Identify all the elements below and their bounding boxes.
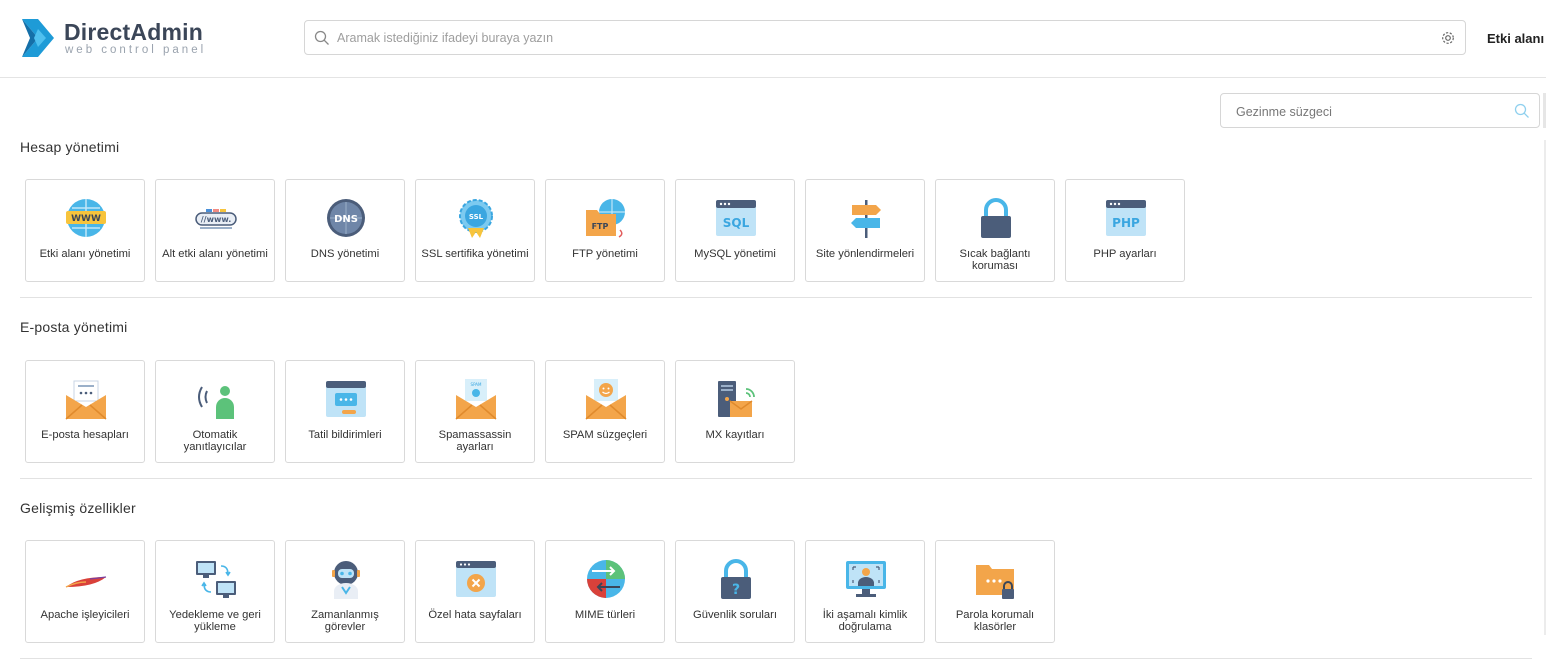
directadmin-logo-icon — [22, 19, 54, 57]
mx-server-icon — [718, 381, 755, 417]
tile-label: Sıcak bağlantı koruması — [959, 248, 1031, 272]
tile-mysql-management[interactable]: SQL MySQL yönetimi — [675, 179, 795, 282]
tile-custom-error-pages[interactable]: Özel hata sayfaları — [415, 540, 535, 643]
mysql-window-icon: SQL — [716, 200, 756, 236]
tile-apache-handlers[interactable]: Apache işleyicileri — [25, 540, 145, 643]
tile-label: SPAM süzgeçleri — [562, 429, 648, 441]
section-title-advanced: Gelişmiş özellikler — [20, 500, 136, 516]
autoresponder-person-icon — [198, 386, 234, 419]
tile-dns-management[interactable]: DNS DNS yönetimi — [285, 179, 405, 282]
mime-globe-icon — [587, 560, 625, 598]
tile-ssl-management[interactable]: SSL SSL sertifika yönetimi — [415, 179, 535, 282]
navigation-filter-input[interactable]: Gezinme süzgeci — [1220, 93, 1540, 128]
filter-placeholder: Gezinme süzgeci — [1236, 105, 1332, 119]
svg-text://www.: //www. — [201, 215, 232, 224]
section-divider — [20, 658, 1532, 659]
tile-cron-jobs[interactable]: Zamanlanmış görevler — [285, 540, 405, 643]
directadmin-logo[interactable]: DirectAdmin web control panel — [18, 15, 218, 61]
section-title-email: E-posta yönetimi — [20, 319, 128, 335]
envelope-icon — [65, 380, 107, 420]
tile-mx-records[interactable]: MX kayıtları — [675, 360, 795, 463]
tile-spamassassin-settings[interactable]: SPAM Spamassassin ayarları — [415, 360, 535, 463]
tile-label: Etki alanı yönetimi — [39, 248, 131, 260]
tile-subdomain-management[interactable]: //www. Alt etki alanı yönetimi — [155, 179, 275, 282]
security-question-lock-icon: ? — [721, 559, 751, 599]
spam-filter-envelope-icon — [585, 379, 627, 420]
tile-label: Site yönlendirmeleri — [815, 248, 915, 260]
tile-label: Otomatik yanıtlayıcılar — [183, 429, 247, 453]
svg-text:SSL: SSL — [469, 213, 484, 221]
tile-label: Alt etki alanı yönetimi — [162, 248, 268, 260]
tile-autoresponders[interactable]: Otomatik yanıtlayıcılar — [155, 360, 275, 463]
tile-label: Parola korumalı klasörler — [955, 609, 1035, 633]
top-header: DirectAdmin web control panel Aramak ist… — [0, 0, 1546, 78]
tile-label: SSL sertifika yönetimi — [421, 248, 529, 260]
svg-text:WWW: WWW — [71, 214, 101, 224]
backup-computers-icon — [196, 561, 236, 598]
tile-domain-management[interactable]: WWW Etki alanı yönetimi — [25, 179, 145, 282]
tile-password-protected-directories[interactable]: Parola korumalı klasörler — [935, 540, 1055, 643]
tile-label: Spamassassin ayarları — [438, 429, 512, 453]
tile-label: Zamanlanmış görevler — [311, 609, 379, 633]
global-search-input[interactable]: Aramak istediğiniz ifadeyi buraya yazın — [304, 20, 1466, 55]
cron-robot-icon — [332, 561, 360, 599]
tile-vacation-messages[interactable]: Tatil bildirimleri — [285, 360, 405, 463]
tile-label: MX kayıtları — [705, 429, 765, 441]
svg-text:DNS: DNS — [334, 214, 358, 225]
tile-email-accounts[interactable]: E-posta hesapları — [25, 360, 145, 463]
tile-label: E-posta hesapları — [41, 429, 129, 441]
svg-text:SQL: SQL — [723, 216, 750, 230]
gear-icon[interactable] — [1440, 30, 1456, 46]
tile-site-redirects[interactable]: Site yönlendirmeleri — [805, 179, 925, 282]
logo-subtitle: web control panel — [65, 44, 207, 56]
svg-text:FTP: FTP — [592, 222, 609, 231]
tile-two-factor-auth[interactable]: İki aşamalı kimlik doğrulama — [805, 540, 925, 643]
two-factor-screen-icon — [846, 561, 886, 597]
svg-text:?: ? — [732, 582, 740, 598]
search-icon — [314, 30, 329, 45]
domain-menu[interactable]: Etki alanı — [1487, 31, 1544, 46]
tile-label: Apache işleyicileri — [40, 609, 130, 621]
tile-label: Güvenlik soruları — [693, 609, 777, 621]
logo-title: DirectAdmin — [64, 19, 203, 45]
section-divider — [20, 478, 1532, 479]
padlock-icon — [981, 198, 1011, 238]
apache-feather-icon — [65, 576, 107, 588]
tile-hotlink-protection[interactable]: Sıcak bağlantı koruması — [935, 179, 1055, 282]
vacation-message-icon — [326, 381, 366, 417]
tile-backup-restore[interactable]: Yedekleme ve geri yükleme — [155, 540, 275, 643]
search-icon — [1514, 103, 1529, 118]
search-placeholder: Aramak istediğiniz ifadeyi buraya yazın — [337, 31, 554, 45]
tile-label: Yedekleme ve geri yükleme — [169, 609, 261, 633]
tile-label: İki aşamalı kimlik doğrulama — [822, 609, 908, 633]
tile-label: MIME türleri — [574, 609, 636, 621]
tile-label: DNS yönetimi — [310, 248, 380, 260]
tile-spam-filters[interactable]: SPAM süzgeçleri — [545, 360, 665, 463]
error-page-icon — [456, 561, 496, 597]
svg-text:SPAM: SPAM — [471, 382, 482, 387]
spam-envelope-icon: SPAM — [455, 379, 497, 420]
tile-ftp-management[interactable]: FTP FTP yönetimi — [545, 179, 665, 282]
tile-label: Tatil bildirimleri — [308, 429, 382, 441]
tile-php-settings[interactable]: PHP PHP ayarları — [1065, 179, 1185, 282]
php-window-icon: PHP — [1106, 200, 1146, 236]
subdomain-www-icon: //www. — [195, 209, 237, 229]
signpost-icon — [851, 200, 881, 238]
tile-label: PHP ayarları — [1093, 248, 1157, 260]
ssl-badge-icon: SSL — [459, 199, 493, 238]
globe-www-icon: WWW — [66, 199, 106, 237]
section-title-account: Hesap yönetimi — [20, 139, 120, 155]
svg-text:PHP: PHP — [1112, 216, 1140, 230]
dns-globe-icon: DNS — [327, 199, 365, 237]
protected-folder-icon — [976, 565, 1014, 599]
tile-label: MySQL yönetimi — [694, 248, 776, 260]
section-divider — [20, 297, 1532, 298]
tile-security-questions[interactable]: ? Güvenlik soruları — [675, 540, 795, 643]
ftp-folder-icon: FTP — [586, 199, 625, 238]
tile-label: FTP yönetimi — [572, 248, 638, 260]
tile-mime-types[interactable]: MIME türleri — [545, 540, 665, 643]
tile-label: Özel hata sayfaları — [428, 609, 522, 621]
